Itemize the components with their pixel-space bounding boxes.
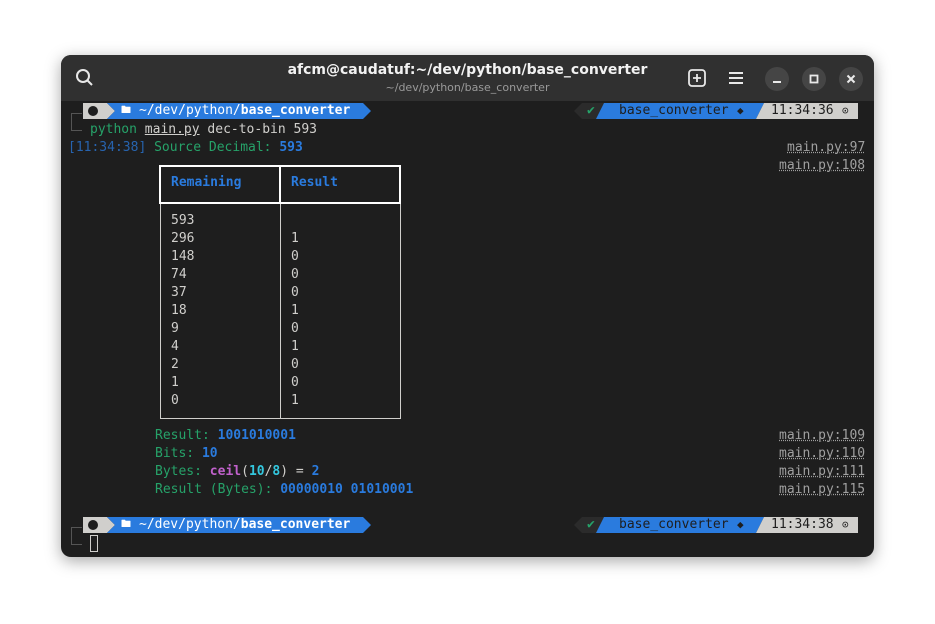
source-value: 593 (279, 140, 303, 155)
table-cell-remaining: 9 (171, 321, 179, 336)
bytes-fn: ceil (209, 464, 242, 479)
git-status-check: ✔ (587, 103, 595, 118)
close-icon[interactable] (839, 67, 863, 91)
bits-line: Bits: 10 (155, 445, 218, 463)
table-cell-result: 0 (291, 375, 299, 390)
folder-icon: 🖿 (121, 519, 131, 530)
prompt-connector (71, 113, 82, 131)
result-bytes-ref-115[interactable]: main.py:115 (779, 481, 865, 499)
result-line: Result: 1001010001 (155, 427, 296, 445)
table-cell-result: 0 (291, 267, 299, 282)
bytes-ref-111[interactable]: main.py:111 (779, 463, 865, 481)
command-args: dec-to-bin 593 (207, 122, 317, 137)
table-cell-result: 0 (291, 357, 299, 372)
path-text: ~/dev/python/base_converter (139, 517, 350, 533)
header-result: Result (291, 175, 338, 190)
table-cell-remaining: 148 (171, 249, 195, 264)
maximize-icon[interactable] (802, 67, 826, 91)
table-cell-result: 0 (291, 249, 299, 264)
table-cell-result: 1 (291, 339, 299, 354)
bytes-label: Bytes: (155, 464, 202, 479)
window-title: afcm@caudatuf:~/dev/python/base_converte… (287, 62, 648, 78)
result-bytes-line: Result (Bytes): 00000010 01010001 (155, 481, 413, 499)
table-cell-remaining: 1 (171, 375, 179, 390)
table-cell-remaining: 296 (171, 231, 195, 246)
terminal-content[interactable]: 🖿 ~/dev/python/base_converter ✔ base_con… (61, 101, 874, 557)
branch-icon: ◆ (737, 104, 744, 117)
bytes-eq: = (288, 464, 312, 479)
terminal-cursor (90, 535, 98, 552)
table-cell-remaining: 0 (171, 393, 179, 408)
body-divider (280, 204, 281, 418)
prompt-line: 🖿 ~/dev/python/base_converter ✔ base_con… (61, 103, 874, 119)
table-cell-result: 0 (291, 321, 299, 336)
table-cell-result: 0 (291, 285, 299, 300)
table-cell-remaining: 37 (171, 285, 187, 300)
git-status-check: ✔ (587, 517, 595, 532)
path-prefix: ~/dev/python/ (139, 517, 241, 532)
path-dir: base_converter (240, 517, 351, 532)
table-cell-result: 1 (291, 231, 299, 246)
folder-icon: 🖿 (121, 105, 131, 116)
minimize-icon[interactable] (765, 67, 789, 91)
bytes-close: ) (280, 464, 289, 479)
table-cell-remaining: 74 (171, 267, 187, 282)
bytes-open: ( (241, 464, 249, 479)
log-line: [11:34:38] Source Decimal: 593 (68, 139, 303, 157)
prompt-time: 11:34:38 (771, 517, 834, 532)
title-bar: afcm@caudatuf:~/dev/python/base_converte… (61, 55, 874, 101)
command-line: python main.py dec-to-bin 593 (90, 121, 317, 139)
os-icon (88, 520, 98, 530)
result-label: Result: (155, 428, 210, 443)
result-bytes-value: 00000010 01010001 (280, 482, 414, 497)
bytes-num: 10 (248, 464, 265, 479)
table-cell-remaining: 18 (171, 303, 187, 318)
result-ref-109[interactable]: main.py:109 (779, 427, 865, 445)
os-icon (88, 106, 98, 116)
prompt-line: 🖿 ~/dev/python/base_converter ✔ base_con… (61, 517, 874, 533)
bytes-line: Bytes: ceil(10/8) = 2 (155, 463, 319, 481)
source-label: Source Decimal: (154, 140, 272, 155)
bits-ref-110[interactable]: main.py:110 (779, 445, 865, 463)
header-divider (279, 165, 281, 204)
table-cell-result: 1 (291, 393, 299, 408)
bytes-value: 2 (311, 464, 320, 479)
path-dir: base_converter (240, 103, 351, 118)
conversion-table: Remaining Result 593 296 148 74 37 18 9 … (159, 165, 401, 419)
command-file: main.py (144, 122, 200, 137)
clock-icon: ⊙ (842, 518, 849, 531)
prompt-time: 11:34:36 (771, 103, 834, 118)
table-cell-remaining: 2 (171, 357, 179, 372)
clock-icon: ⊙ (842, 104, 849, 117)
new-tab-icon[interactable] (688, 69, 706, 87)
git-branch: base_converter (619, 103, 729, 118)
path-text: ~/dev/python/base_converter (139, 103, 350, 119)
header-remaining: Remaining (171, 175, 242, 190)
path-prefix: ~/dev/python/ (139, 103, 241, 118)
git-branch: base_converter (619, 517, 729, 532)
bits-value: 10 (201, 446, 218, 461)
window-subtitle: ~/dev/python/base_converter (385, 81, 550, 94)
prompt-connector (71, 527, 82, 545)
table-cell-result: 1 (291, 303, 299, 318)
branch-icon: ◆ (737, 518, 744, 531)
table-cell-remaining: 593 (171, 213, 195, 228)
menu-icon[interactable] (728, 70, 744, 86)
source-ref-108[interactable]: main.py:108 (779, 157, 865, 175)
log-timestamp: [11:34:38] (68, 140, 147, 155)
table-cell-remaining: 4 (171, 339, 179, 354)
result-bytes-label: Result (Bytes): (155, 482, 273, 497)
result-value: 1001010001 (217, 428, 296, 443)
bits-label: Bits: (155, 446, 195, 461)
source-ref-97[interactable]: main.py:97 (787, 139, 865, 157)
terminal-window: afcm@caudatuf:~/dev/python/base_converte… (61, 55, 874, 557)
command-program: python (90, 122, 137, 137)
